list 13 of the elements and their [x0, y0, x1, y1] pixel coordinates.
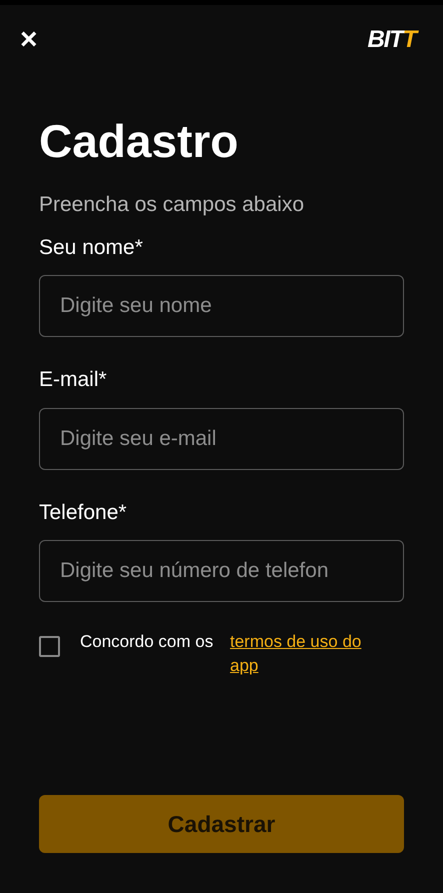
subtitle: Preencha os campos abaixo [39, 192, 305, 218]
terms-link[interactable]: termos de uso do app [230, 630, 380, 678]
logo: BITT [367, 28, 416, 52]
close-button[interactable]: × [20, 25, 38, 55]
terms-text: Concordo com os [80, 631, 214, 653]
page-title: Cadastro [39, 118, 240, 164]
input-field[interactable]: Digite seu número de telefon [39, 540, 404, 602]
input-field[interactable]: Digite seu e-mail [39, 408, 404, 470]
field-label: Telefone* [39, 500, 128, 526]
input-field[interactable]: Digite seu nome [39, 275, 404, 337]
field-label: E-mail* [39, 367, 108, 393]
checkbox[interactable] [39, 636, 60, 657]
field-label: Seu nome* [39, 234, 144, 260]
